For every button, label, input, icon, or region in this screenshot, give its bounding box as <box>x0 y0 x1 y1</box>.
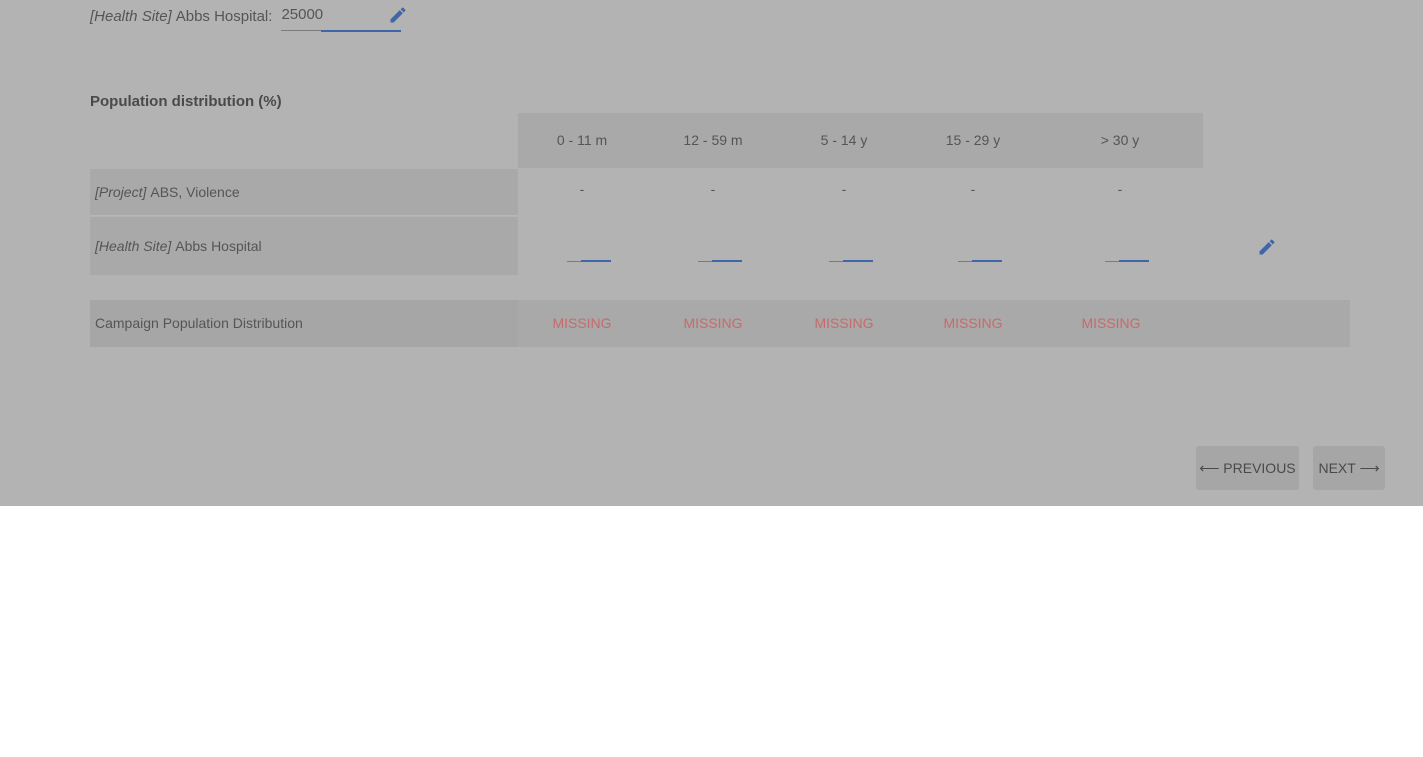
table-cell: - <box>579 181 585 197</box>
next-button-label: NEXT <box>1318 460 1356 476</box>
table-cell: - <box>1117 181 1123 197</box>
distribution-input[interactable] <box>1105 260 1149 262</box>
row-tag: [Project] <box>95 184 147 200</box>
section-title: Population distribution (%) <box>90 93 282 110</box>
table-header: 0 - 11 m 12 - 59 m 5 - 14 y 15 - 29 y > … <box>518 113 1203 168</box>
table-cell: - <box>970 181 976 197</box>
arrow-right-icon: ⟶ <box>1359 460 1380 476</box>
pencil-icon[interactable] <box>1257 237 1277 257</box>
column-header: > 30 y <box>1100 132 1140 148</box>
campaign-distribution-label: Campaign Population Distribution <box>90 300 518 347</box>
row-tag: [Health Site] <box>95 238 172 254</box>
modal-backdrop-page: [Health Site] Abbs Hospital: 25000 Popul… <box>0 0 1423 506</box>
distribution-input[interactable] <box>567 260 611 262</box>
distribution-input[interactable] <box>698 260 742 262</box>
missing-value: MISSING <box>683 315 743 331</box>
distribution-input[interactable] <box>958 260 1002 262</box>
column-header: 12 - 59 m <box>683 132 743 148</box>
arrow-left-icon: ⟵ <box>1199 460 1220 476</box>
previous-button-label: PREVIOUS <box>1223 460 1296 476</box>
input-underline <box>321 30 402 32</box>
row-name: ABS, Violence <box>150 184 240 200</box>
missing-value: MISSING <box>552 315 612 331</box>
next-button[interactable]: NEXT ⟶ <box>1313 446 1385 490</box>
column-header: 15 - 29 y <box>945 132 1001 148</box>
missing-value: MISSING <box>943 315 1003 331</box>
column-header: 0 - 11 m <box>556 132 608 148</box>
table-cell: - <box>841 181 847 197</box>
total-population-row: [Health Site] Abbs Hospital: 25000 <box>90 0 402 32</box>
pencil-icon[interactable] <box>388 5 408 25</box>
missing-value: MISSING <box>1081 315 1141 331</box>
campaign-distribution-row: Campaign Population Distribution MISSING… <box>90 300 1350 347</box>
column-header: 5 - 14 y <box>820 132 868 148</box>
table-cell: - <box>710 181 716 197</box>
table-row-label: [Project] ABS, Violence <box>90 169 518 216</box>
previous-button[interactable]: ⟵ PREVIOUS <box>1196 446 1299 490</box>
missing-value: MISSING <box>814 315 874 331</box>
distribution-input[interactable] <box>829 260 873 262</box>
row-name: Abbs Hospital <box>175 238 262 254</box>
total-population-input[interactable]: 25000 <box>281 1 402 32</box>
total-population-name: Abbs Hospital: <box>175 7 273 25</box>
total-population-value[interactable]: 25000 <box>281 6 323 23</box>
total-population-tag: [Health Site] <box>90 7 172 25</box>
table-row-label: [Health Site] Abbs Hospital <box>90 217 518 275</box>
